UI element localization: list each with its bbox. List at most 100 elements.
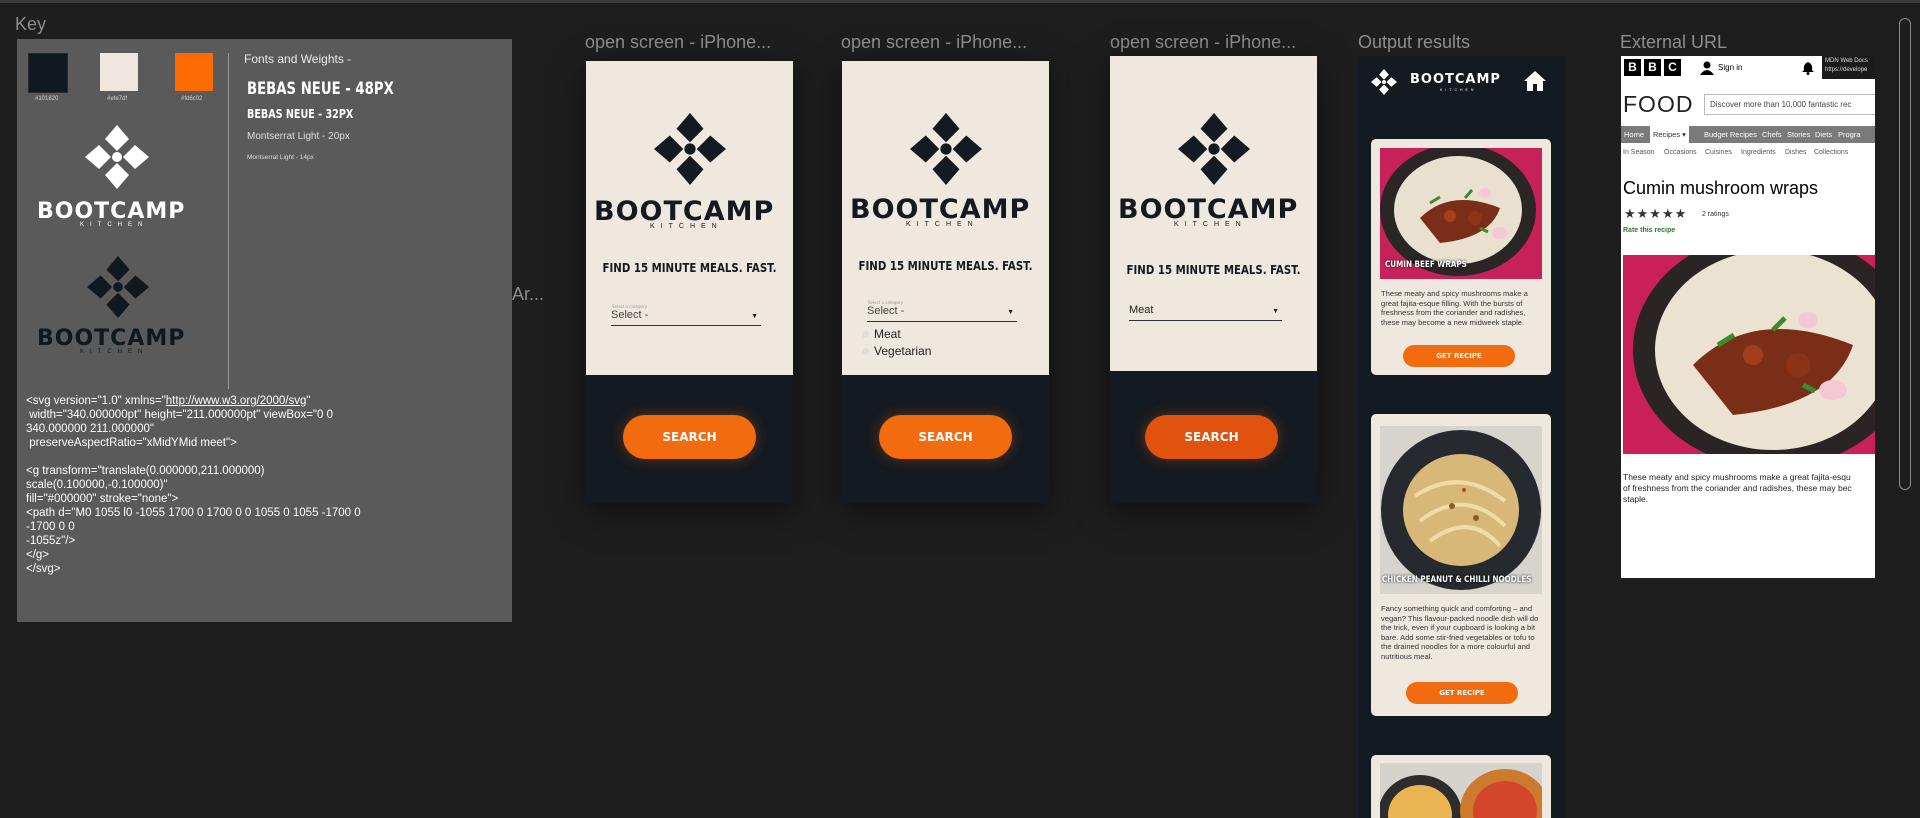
subnav-cuisines[interactable]: Cuisines — [1705, 149, 1732, 156]
subnav-occasions[interactable]: Occasions — [1664, 149, 1697, 156]
wordmark-light: BOOTCAMP — [37, 199, 186, 224]
fonts-title: Fonts and Weights - — [244, 52, 352, 66]
nav-chefs[interactable]: Chefs — [1762, 126, 1782, 143]
recipe-card[interactable]: CHICKEN PEANUT & CHILLI NOODLES Fancy so… — [1371, 414, 1551, 716]
recipe-description: These meaty and spicy mushrooms make a g… — [1381, 289, 1528, 327]
search-button-pressed[interactable]: SEARCH — [1145, 415, 1278, 459]
swatch-dark — [28, 53, 68, 93]
logo-mark — [1178, 113, 1250, 185]
frame-label-key[interactable]: Key — [15, 14, 46, 35]
bbc-logo-b1: B — [1624, 59, 1641, 76]
option-vegetarian[interactable]: Vegetarian — [862, 344, 931, 358]
frame-label-external[interactable]: External URL — [1620, 32, 1727, 53]
canvas-scrollbar[interactable] — [1899, 18, 1911, 490]
search-button[interactable]: SEARCH — [879, 415, 1012, 459]
phone-open-screen-3[interactable]: BOOTCAMP KITCHEN FIND 15 MINUTE MEALS. F… — [1110, 56, 1317, 503]
recipe-image — [1380, 763, 1542, 818]
tagline: FIND 15 MINUTE MEALS. FAST. — [1126, 263, 1301, 277]
key-panel[interactable]: #101820 #efe7df #fd6c02 BOOTCAMP KITCHEN… — [17, 39, 512, 622]
header-wordmark: BOOTCAMP — [1410, 72, 1501, 87]
phone-2-hero: BOOTCAMP KITCHEN FIND 15 MINUTE MEALS. F… — [842, 61, 1049, 375]
wrap-photo-illustration — [1623, 255, 1875, 454]
wordmark-dark-sub: KITCHEN — [80, 349, 149, 355]
dropdown-arrow-icon: ▼ — [1007, 309, 1014, 316]
category-select-open[interactable]: Select - ▼ — [867, 305, 1017, 322]
recipe-search-input[interactable]: Discover more than 10,000 fantastic rec — [1704, 94, 1875, 115]
wordmark-sub: KITCHEN — [1174, 221, 1247, 228]
logo-mark — [910, 113, 982, 185]
nav-recipes[interactable]: Recipes ▾ — [1650, 126, 1689, 143]
svg-code-block: <svg version="1.0" xmlns="http://www.w3.… — [26, 395, 361, 575]
phone-open-screen-2[interactable]: BOOTCAMP KITCHEN FIND 15 MINUTE MEALS. F… — [842, 61, 1049, 503]
recipe-card[interactable]: CUMIN BEEF WRAPS These meaty and spicy m… — [1371, 139, 1551, 375]
bell-icon[interactable] — [1801, 61, 1815, 75]
phone-open-screen-1[interactable]: BOOTCAMP KITCHEN FIND 15 MINUTE MEALS. F… — [586, 61, 793, 503]
swatch-cream — [100, 53, 138, 91]
recipe-heading: Cumin mushroom wraps — [1623, 178, 1819, 198]
nav-home[interactable]: Home — [1624, 126, 1644, 143]
font-sample-montserrat-20: Montserrat Light - 20px — [247, 131, 350, 142]
tagline: FIND 15 MINUTE MEALS. FAST. — [858, 259, 1033, 273]
subnav-in-season[interactable]: In Season — [1623, 149, 1655, 156]
swatch-orange — [175, 53, 213, 91]
star-rating[interactable]: ★★★★★ — [1624, 207, 1687, 222]
frame-label-arrow-fragment[interactable]: Ar... — [512, 284, 544, 305]
recipe-card[interactable] — [1371, 755, 1551, 818]
recipe-description: Fancy something quick and comforting – a… — [1381, 604, 1539, 661]
subnav-dishes[interactable]: Dishes — [1785, 149, 1806, 156]
select-value: Select - — [867, 305, 905, 317]
dropdown-arrow-icon: ▼ — [751, 313, 758, 320]
ramen-dish-illustration — [1380, 763, 1542, 818]
wordmark-sub: KITCHEN — [906, 221, 979, 228]
logo-mark-dark — [87, 256, 149, 318]
recipe-title: CHICKEN PEANUT & CHILLI NOODLES — [1382, 575, 1532, 585]
font-sample-montserrat-14: Montserrat Light - 14px — [247, 154, 314, 161]
option-meat[interactable]: Meat — [862, 327, 901, 341]
recipe-title: CUMIN BEEF WRAPS — [1385, 260, 1467, 270]
subnav-collections[interactable]: Collections — [1814, 149, 1848, 156]
radio-dot — [862, 331, 869, 339]
dropdown-arrow-icon: ▼ — [1272, 308, 1279, 315]
noodle-dish-illustration — [1380, 426, 1542, 594]
tagline: FIND 15 MINUTE MEALS. FAST. — [602, 261, 777, 275]
rate-recipe-link[interactable]: Rate this recipe — [1623, 227, 1675, 234]
swatch-orange-label: #fd6c02 — [181, 96, 203, 102]
recipe-hero-image — [1623, 255, 1875, 454]
output-results-screen[interactable]: BOOTCAMP KITCHEN CUMIN BEEF WRAPS These … — [1358, 56, 1565, 818]
frame-label-open-1[interactable]: open screen - iPhone... — [585, 32, 771, 53]
frame-label-open-3[interactable]: open screen - iPhone... — [1110, 32, 1296, 53]
ratings-count: 2 ratings — [1702, 211, 1729, 218]
sign-in-link[interactable]: Sign in — [1718, 63, 1742, 72]
logo-mark-light — [85, 125, 149, 189]
nav-programmes[interactable]: Progra — [1838, 126, 1861, 143]
font-sample-bebas-48: BEBAS NEUE - 48PX — [247, 79, 394, 99]
category-select[interactable]: Select - ▼ — [611, 309, 761, 326]
nav-diets[interactable]: Diets — [1815, 126, 1832, 143]
get-recipe-button[interactable]: GET RECIPE — [1406, 682, 1518, 704]
nav-budget[interactable]: Budget Recipes — [1704, 126, 1757, 143]
mdn-tooltip: MDN Web Docs https://develope — [1822, 56, 1875, 79]
phone-3-hero: BOOTCAMP KITCHEN FIND 15 MINUTE MEALS. F… — [1110, 56, 1317, 371]
phone-1-hero: BOOTCAMP KITCHEN FIND 15 MINUTE MEALS. F… — [586, 61, 793, 375]
logo-mark — [654, 113, 726, 185]
wordmark-light-sub: KITCHEN — [80, 222, 149, 228]
subnav-ingredients[interactable]: Ingredients — [1741, 149, 1776, 156]
font-sample-bebas-32: BEBAS NEUE - 32PX — [247, 107, 354, 121]
external-bbc-page[interactable]: B B C Sign in MDN Web Docs https://devel… — [1621, 56, 1875, 578]
radio-dot — [862, 348, 869, 356]
bbc-logo-b2: B — [1644, 59, 1661, 76]
category-select-filled[interactable]: Meat ▼ — [1129, 304, 1282, 321]
nav-stories[interactable]: Stories — [1787, 126, 1810, 143]
home-icon[interactable] — [1523, 70, 1547, 92]
frame-label-output[interactable]: Output results — [1358, 32, 1470, 53]
mdn-title: MDN Web Docs — [1825, 58, 1868, 64]
user-icon[interactable] — [1700, 61, 1714, 75]
recipe-description: These meaty and spicy mushrooms make a g… — [1623, 472, 1852, 504]
svg-namespace-link[interactable]: http://www.w3.org/2000/svg — [166, 395, 307, 407]
get-recipe-button[interactable]: GET RECIPE — [1403, 345, 1515, 367]
frame-label-open-2[interactable]: open screen - iPhone... — [841, 32, 1027, 53]
header-wordmark-sub: KITCHEN — [1440, 88, 1477, 92]
wordmark-sub: KITCHEN — [650, 223, 723, 230]
canvas-top-border — [0, 0, 1920, 3]
search-button[interactable]: SEARCH — [623, 415, 756, 459]
